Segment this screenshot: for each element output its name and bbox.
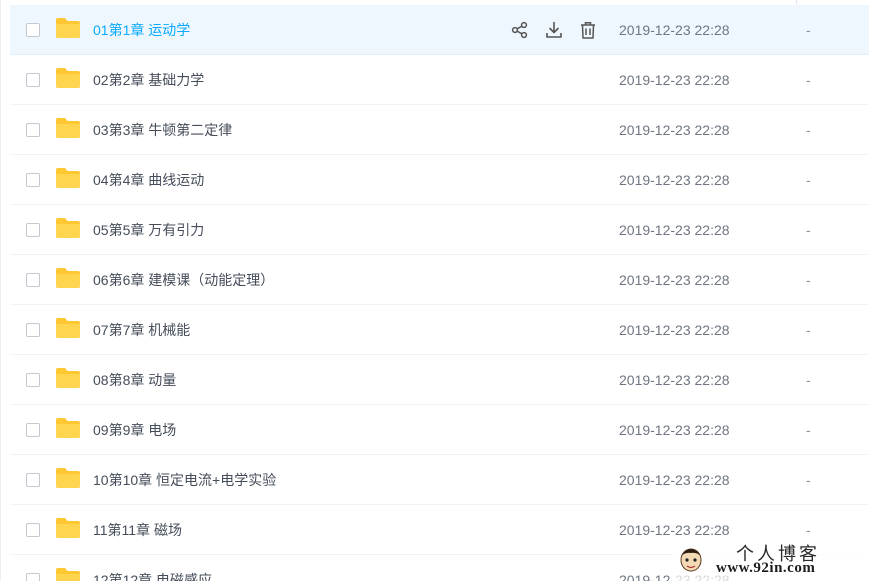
modified-date: 2019-12-23 22:28 xyxy=(619,172,730,188)
modified-date: 2019-12-23 22:28 xyxy=(619,322,730,338)
file-size: - xyxy=(806,422,811,438)
delete-icon xyxy=(581,22,595,39)
folder-icon xyxy=(56,518,80,538)
folder-icon xyxy=(56,418,80,438)
row-checkbox[interactable] xyxy=(26,323,40,337)
row-checkbox[interactable] xyxy=(26,523,40,537)
row-checkbox[interactable] xyxy=(26,423,40,437)
row-checkbox[interactable] xyxy=(26,373,40,387)
row-checkbox[interactable] xyxy=(26,573,40,581)
modified-date: 2019-12-23 22:28 xyxy=(619,422,730,438)
modified-date: 2019-12-23 22:28 xyxy=(619,22,730,38)
row-checkbox[interactable] xyxy=(26,123,40,137)
file-row[interactable]: 03第3章 牛顿第二定律 2019-12-23 22:28 - xyxy=(10,105,869,155)
modified-date: 2019-12-23 22:28 xyxy=(619,472,730,488)
file-name[interactable]: 04第4章 曲线运动 xyxy=(93,171,204,189)
share-icon xyxy=(511,21,528,39)
modified-date: 2019-12-23 22:28 xyxy=(619,372,730,388)
folder-icon xyxy=(56,468,80,488)
file-name[interactable]: 10第10章 恒定电流+电学实验 xyxy=(93,471,276,489)
file-name[interactable]: 09第9章 电场 xyxy=(93,421,176,439)
file-list-view: 01第1章 运动学 2019-12-23 22:28 - 02第2章 基础力学 2019… xyxy=(0,0,869,581)
file-name[interactable]: 02第2章 基础力学 xyxy=(93,71,204,89)
watermark: 个人博客 www.92in.com xyxy=(672,538,869,581)
row-checkbox[interactable] xyxy=(26,273,40,287)
row-checkbox[interactable] xyxy=(26,73,40,87)
file-row[interactable]: 08第8章 动量 2019-12-23 22:28 - xyxy=(10,355,869,405)
file-row[interactable]: 10第10章 恒定电流+电学实验 2019-12-23 22:28 - xyxy=(10,455,869,505)
file-row[interactable]: 09第9章 电场 2019-12-23 22:28 - xyxy=(10,405,869,455)
file-size: - xyxy=(806,222,811,238)
file-size: - xyxy=(806,72,811,88)
column-divider xyxy=(796,0,797,4)
file-size: - xyxy=(806,172,811,188)
file-row[interactable]: 02第2章 基础力学 2019-12-23 22:28 - xyxy=(10,55,869,105)
file-row[interactable]: 05第5章 万有引力 2019-12-23 22:28 - xyxy=(10,205,869,255)
file-size: - xyxy=(806,272,811,288)
file-name[interactable]: 08第8章 动量 xyxy=(93,371,176,389)
modified-date: 2019-12-23 22:28 xyxy=(619,272,730,288)
modified-date: 2019-12-23 22:28 xyxy=(619,522,730,538)
file-name[interactable]: 03第3章 牛顿第二定律 xyxy=(93,121,232,139)
modified-date: 2019-12-23 22:28 xyxy=(619,222,730,238)
download-icon xyxy=(546,21,562,38)
file-size: - xyxy=(806,322,811,338)
folder-icon xyxy=(56,368,80,388)
folder-icon xyxy=(56,568,80,581)
left-border xyxy=(0,0,1,581)
delete-button[interactable] xyxy=(578,20,598,40)
row-checkbox[interactable] xyxy=(26,23,40,37)
folder-icon xyxy=(56,318,80,338)
folder-icon xyxy=(56,68,80,88)
file-row[interactable]: 07第7章 机械能 2019-12-23 22:28 - xyxy=(10,305,869,355)
file-name[interactable]: 12第12章 电磁感应 xyxy=(93,571,212,581)
file-size: - xyxy=(806,122,811,138)
file-size: - xyxy=(806,372,811,388)
row-actions xyxy=(510,20,598,42)
file-row[interactable]: 06第6章 建模课（动能定理） 2019-12-23 22:28 - xyxy=(10,255,869,305)
file-name[interactable]: 05第5章 万有引力 xyxy=(93,221,204,239)
file-size: - xyxy=(806,22,811,38)
file-name[interactable]: 07第7章 机械能 xyxy=(93,321,190,339)
file-name[interactable]: 01第1章 运动学 xyxy=(93,21,190,39)
folder-icon xyxy=(56,18,80,38)
row-checkbox[interactable] xyxy=(26,473,40,487)
watermark-url: www.92in.com xyxy=(716,560,816,576)
folder-icon xyxy=(56,168,80,188)
file-row[interactable]: 01第1章 运动学 2019-12-23 22:28 - xyxy=(10,5,869,55)
file-size: - xyxy=(806,522,811,538)
share-button[interactable] xyxy=(510,20,530,40)
file-row[interactable]: 04第4章 曲线运动 2019-12-23 22:28 - xyxy=(10,155,869,205)
cartoon-face-icon xyxy=(680,548,702,572)
folder-icon xyxy=(56,268,80,288)
file-size: - xyxy=(806,472,811,488)
row-checkbox[interactable] xyxy=(26,223,40,237)
row-checkbox[interactable] xyxy=(26,173,40,187)
folder-icon xyxy=(56,118,80,138)
file-name[interactable]: 11第11章 磁场 xyxy=(93,521,182,539)
folder-icon xyxy=(56,218,80,238)
file-name[interactable]: 06第6章 建模课（动能定理） xyxy=(93,271,274,289)
modified-date: 2019-12-23 22:28 xyxy=(619,122,730,138)
download-button[interactable] xyxy=(544,20,564,40)
modified-date: 2019-12-23 22:28 xyxy=(619,72,730,88)
